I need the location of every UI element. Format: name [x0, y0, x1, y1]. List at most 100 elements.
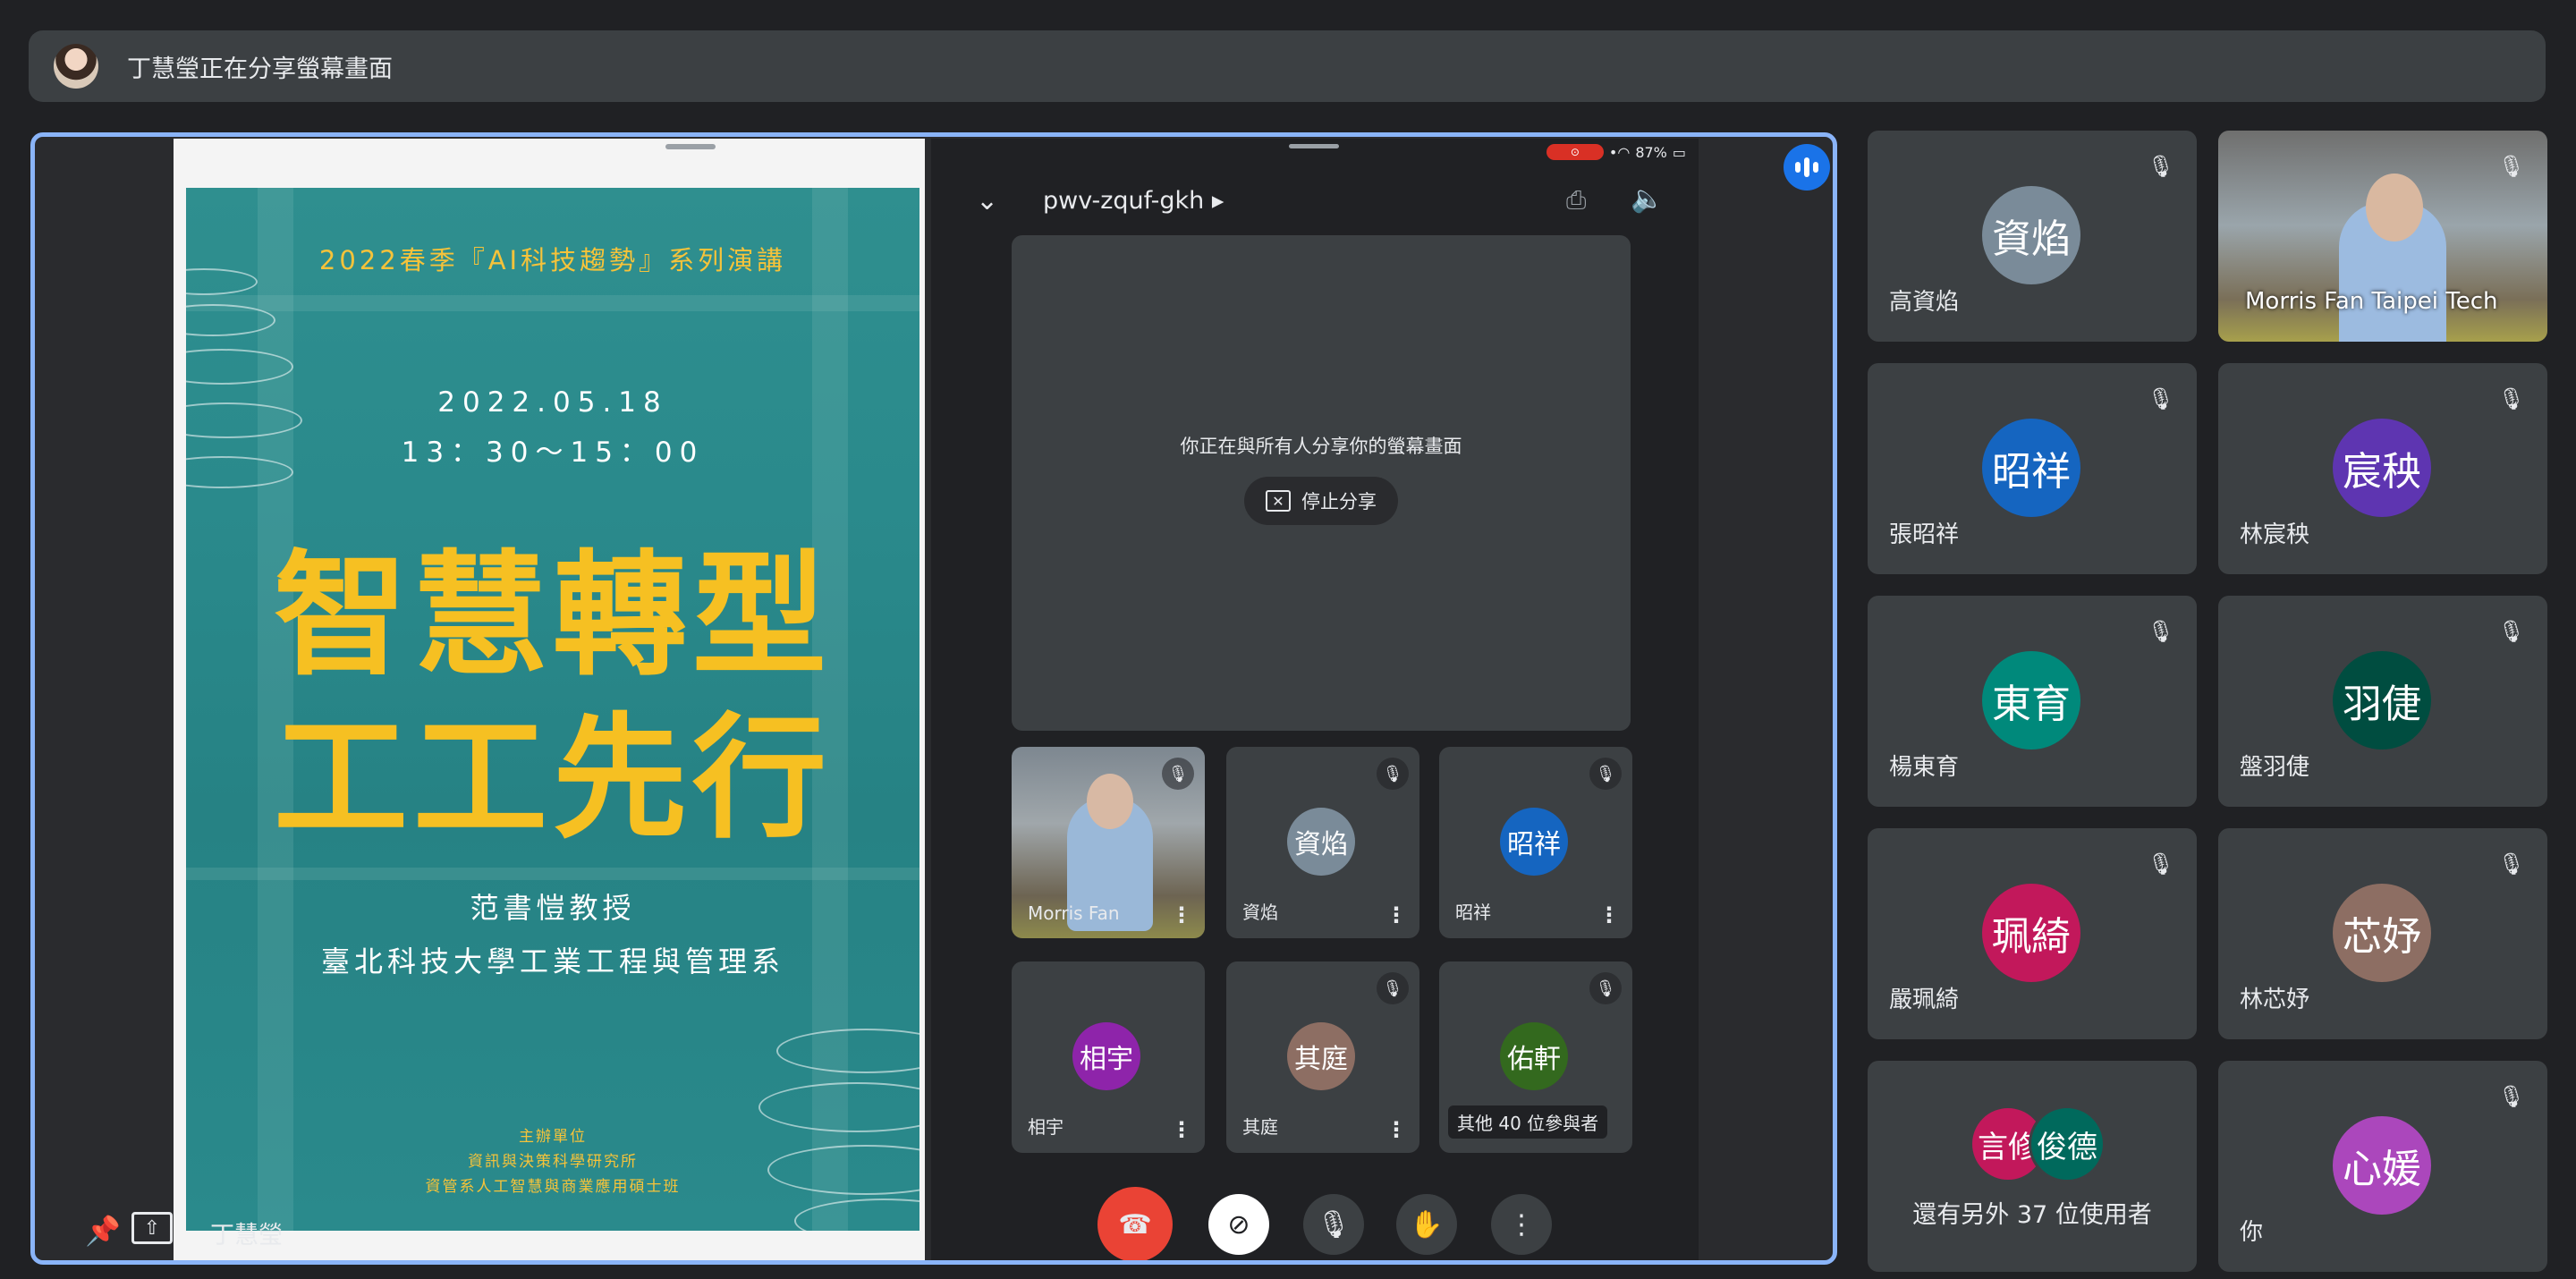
screen-share-notice: 你正在與所有人分享你的螢幕畫面 ✕ 停止分享 [1012, 235, 1631, 731]
poster-affiliation: 臺北科技大學工業工程與管理系 [320, 944, 784, 978]
poster-host-label: 主辦單位 [519, 1128, 587, 1146]
phone-hangup-icon: ☎ [1118, 1208, 1152, 1241]
more-options-button[interactable]: ⋮ [1491, 1194, 1552, 1255]
speaker-icon[interactable]: 🔈 [1631, 183, 1664, 215]
mic-toggle-button[interactable]: 🎙 [1303, 1194, 1364, 1255]
drag-handle[interactable] [1289, 144, 1339, 148]
presenter-avatar [54, 44, 98, 89]
poster-headline-2: 工工先行 [273, 701, 832, 857]
participant-tile[interactable]: 🎙 其庭 其庭 ⋮ [1226, 961, 1419, 1153]
more-participants-label: 還有另外 37 位使用者 [1912, 1201, 2152, 1229]
camera-toggle-button[interactable]: ⊘ [1208, 1194, 1269, 1255]
stop-share-label: 停止分享 [1301, 491, 1377, 512]
participant-tile[interactable]: 🎙 Morris Fan ⋮ [1012, 747, 1205, 938]
participant-tile[interactable]: 🎙 資焰 高資焰 [1868, 131, 2197, 342]
stop-share-button[interactable]: ✕ 停止分享 [1244, 477, 1398, 525]
shared-slide-area: 2022春季『AI科技趨勢』系列演講 2022.05.18 13：30～15：0… [174, 139, 925, 1260]
participant-name: 嚴珮綺 [1889, 987, 1960, 1013]
more-options-icon[interactable]: ⋮ [1385, 902, 1407, 927]
mic-off-icon: 🎙 [2147, 386, 2175, 411]
participant-name: 林宸秧 [2240, 521, 2310, 548]
end-call-button[interactable]: ☎ [1097, 1187, 1173, 1260]
poster-time: 13：30～15：00 [401, 436, 705, 469]
participant-tile[interactable]: 🎙 芯妤 林芯妤 [2218, 828, 2547, 1039]
participant-avatar: 芯妤 [2333, 884, 2431, 982]
participant-tile[interactable]: 🎙 東育 楊東育 [1868, 596, 2197, 807]
more-participants-tile[interactable]: 言修 俊德 還有另外 37 位使用者 [1868, 1061, 2197, 1272]
other-participants-label: 其他 40 位參與者 [1448, 1105, 1608, 1139]
mic-off-icon: 🎙 [2147, 619, 2175, 644]
participant-avatar: 宸秧 [2333, 419, 2431, 517]
participant-name: 楊東育 [1889, 754, 1960, 781]
meeting-header: ⌄ pwv-zquf-gkh ▸ ⎙ 🔈 [931, 174, 1699, 228]
more-vert-icon: ⋮ [1508, 1208, 1535, 1241]
mic-off-icon: 🎙 [2147, 154, 2175, 179]
mic-off-icon: 🎙 [1589, 758, 1622, 790]
raise-hand-button[interactable]: ✋ [1396, 1194, 1457, 1255]
event-poster: 2022春季『AI科技趨勢』系列演講 2022.05.18 13：30～15：0… [186, 188, 919, 1231]
close-icon: ✕ [1266, 490, 1291, 512]
participant-tile[interactable]: 相宇 相宇 ⋮ [1012, 961, 1205, 1153]
participant-avatar: 其庭 [1287, 1022, 1355, 1090]
participant-tile[interactable]: 🎙 羽倢 盤羽倢 [2218, 596, 2547, 807]
presenting-banner: 丁慧瑩正在分享螢幕畫面 [29, 30, 2546, 102]
camera-off-icon: ⊘ [1227, 1208, 1250, 1241]
participant-name: 高資焰 [1889, 289, 1960, 316]
mic-off-icon: 🎙 [2497, 619, 2526, 644]
mobile-meet-screen: ⊙ •◠ 87% ▭ ⌄ pwv-zquf-gkh ▸ ⎙ 🔈 你正在與所有人分… [931, 139, 1699, 1260]
poster-series-title: 2022春季『AI科技趨勢』系列演講 [318, 245, 787, 275]
mic-off-icon: 🎙 [2497, 1084, 2526, 1109]
participant-name: 林芯妤 [2240, 987, 2310, 1013]
other-participants-tile[interactable]: 🎙 佑軒 其他 40 位參與者 [1439, 961, 1632, 1153]
participant-avatar: 心媛 [2333, 1116, 2431, 1215]
more-options-icon[interactable]: ⋮ [1385, 1117, 1407, 1142]
mic-off-icon: 🎙 [1589, 972, 1622, 1004]
participant-tile[interactable]: 🎙 珮綺 嚴珮綺 [1868, 828, 2197, 1039]
more-options-icon[interactable]: ⋮ [1598, 902, 1620, 927]
battery-icon: ▭ [1672, 143, 1686, 161]
present-now-icon[interactable]: ⇧ [131, 1212, 173, 1244]
presentation-tile[interactable]: 2022春季『AI科技趨勢』系列演講 2022.05.18 13：30～15：0… [30, 132, 1837, 1265]
drag-handle[interactable] [665, 144, 716, 149]
mic-off-icon: 🎙 [1377, 972, 1409, 1004]
mic-off-icon: 🎙 [1162, 758, 1194, 790]
participant-tile[interactable]: 🎙 Morris Fan Taipei Tech [2218, 131, 2547, 342]
participant-avatar: 昭祥 [1500, 808, 1568, 876]
participant-avatar: 羽倢 [2333, 651, 2431, 750]
poster-date: 2022.05.18 [437, 386, 668, 419]
participant-name: 盤羽倢 [2240, 754, 2310, 781]
recording-indicator: ⊙ [1546, 144, 1604, 160]
participant-name: 你 [2240, 1219, 2264, 1246]
battery-level: 87% [1635, 143, 1667, 161]
participant-tile[interactable]: 🎙 昭祥 張昭祥 [1868, 363, 2197, 574]
participant-tile[interactable]: 🎙 資焰 資焰 ⋮ [1226, 747, 1419, 938]
poster-host-2: 資管系人工智慧與商業應用碩士班 [425, 1178, 681, 1196]
mic-off-icon: 🎙 [2497, 154, 2526, 179]
pin-icon[interactable]: 📌 [85, 1214, 121, 1248]
participant-avatar: 資焰 [1287, 808, 1355, 876]
mic-off-icon: 🎙 [1377, 758, 1409, 790]
more-options-icon[interactable]: ⋮ [1171, 902, 1192, 927]
meeting-code[interactable]: pwv-zquf-gkh ▸ [1043, 187, 1224, 215]
presenter-name: 丁慧瑩 [210, 1222, 283, 1249]
mic-off-icon: 🎙 [2497, 386, 2526, 411]
self-tile[interactable]: 🎙 心媛 你 [2218, 1061, 2547, 1272]
participant-avatar: 俊德 [2029, 1105, 2106, 1182]
meet-window: 丁慧瑩正在分享螢幕畫面 2022春季『AI科技趨勢』系列演講 2022.05.1… [0, 0, 2576, 1279]
participant-name: Morris Fan Taipei Tech [2245, 288, 2498, 315]
participant-name: 昭祥 [1455, 902, 1491, 923]
poster-host-1: 資訊與決策科學研究所 [468, 1153, 638, 1171]
participant-name: Morris Fan [1028, 902, 1120, 924]
participant-avatar: 佑軒 [1500, 1022, 1568, 1090]
switch-camera-icon[interactable]: ⎙ [1566, 185, 1598, 217]
participant-avatar: 資焰 [1982, 186, 2080, 284]
participant-tile[interactable]: 🎙 宸秧 林宸秧 [2218, 363, 2547, 574]
chevron-down-icon[interactable]: ⌄ [976, 185, 998, 216]
participant-name: 資焰 [1242, 902, 1278, 923]
more-options-icon[interactable]: ⋮ [1171, 1117, 1192, 1142]
mic-icon: 🎙 [1316, 1208, 1352, 1241]
poster-headline-1: 智慧轉型 [273, 538, 832, 694]
participant-tile[interactable]: 🎙 昭祥 昭祥 ⋮ [1439, 747, 1632, 938]
participant-name: 相宇 [1028, 1116, 1063, 1138]
speaking-indicator-icon [1784, 144, 1830, 191]
